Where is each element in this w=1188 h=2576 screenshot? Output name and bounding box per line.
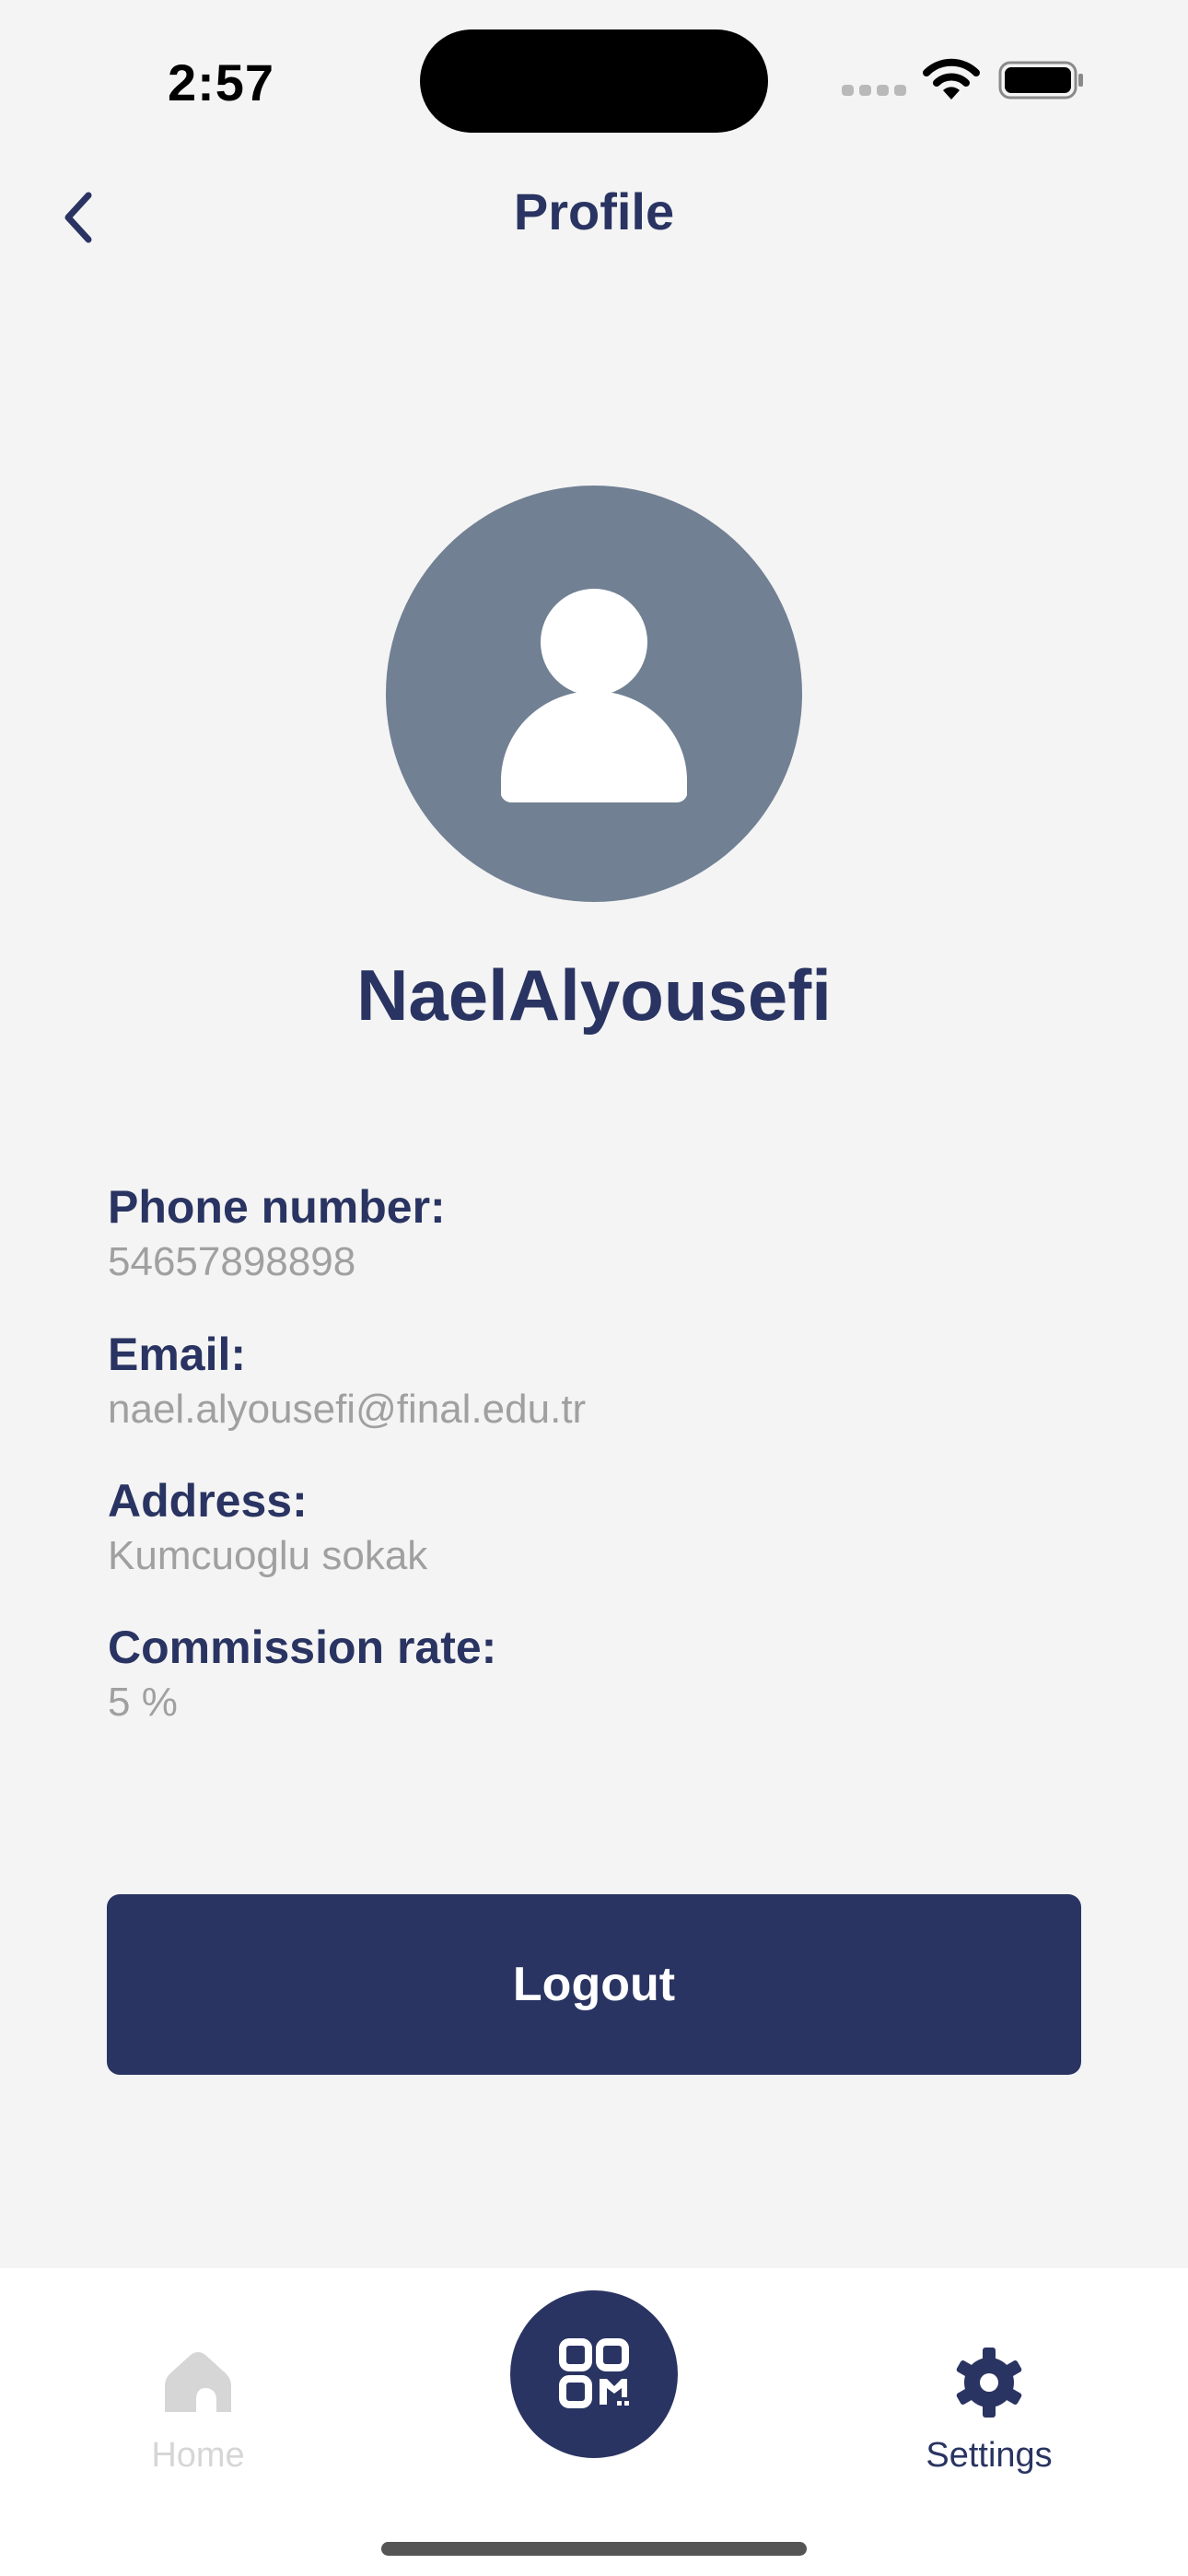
avatar — [386, 486, 802, 902]
phone-label: Phone number: — [108, 1181, 446, 1233]
phone-value: 54657898898 — [108, 1239, 356, 1284]
dynamic-island — [420, 29, 768, 133]
status-time: 2:57 — [167, 53, 275, 111]
tab-settings-label: Settings — [926, 2436, 1053, 2475]
address-value: Kumcuoglu sokak — [108, 1533, 428, 1578]
user-placeholder-icon — [501, 589, 687, 803]
tab-settings[interactable]: Settings — [869, 2331, 1109, 2488]
email-value: nael.alyousefi@final.edu.tr — [108, 1387, 587, 1432]
user-name: NaelAlyousefi — [356, 954, 832, 1036]
tab-home-label: Home — [151, 2436, 245, 2475]
address-label: Address: — [108, 1475, 308, 1527]
scan-qr-button[interactable] — [510, 2290, 678, 2458]
logout-button[interactable]: Logout — [107, 1894, 1081, 2075]
gear-icon — [956, 2348, 1022, 2418]
qr-code-icon — [559, 2338, 629, 2408]
cellular-signal-icon — [842, 85, 906, 98]
wifi-icon — [923, 58, 980, 100]
email-label: Email: — [108, 1329, 247, 1380]
page-title: Profile — [513, 182, 675, 240]
commission-rate-label: Commission rate: — [108, 1622, 497, 1673]
home-indicator — [381, 2542, 807, 2556]
battery-icon — [998, 61, 1083, 100]
home-icon — [165, 2352, 231, 2412]
commission-rate-value: 5 % — [108, 1680, 178, 1725]
back-button[interactable] — [53, 175, 109, 249]
tab-home[interactable]: Home — [78, 2331, 318, 2488]
chevron-left-icon — [64, 192, 92, 243]
